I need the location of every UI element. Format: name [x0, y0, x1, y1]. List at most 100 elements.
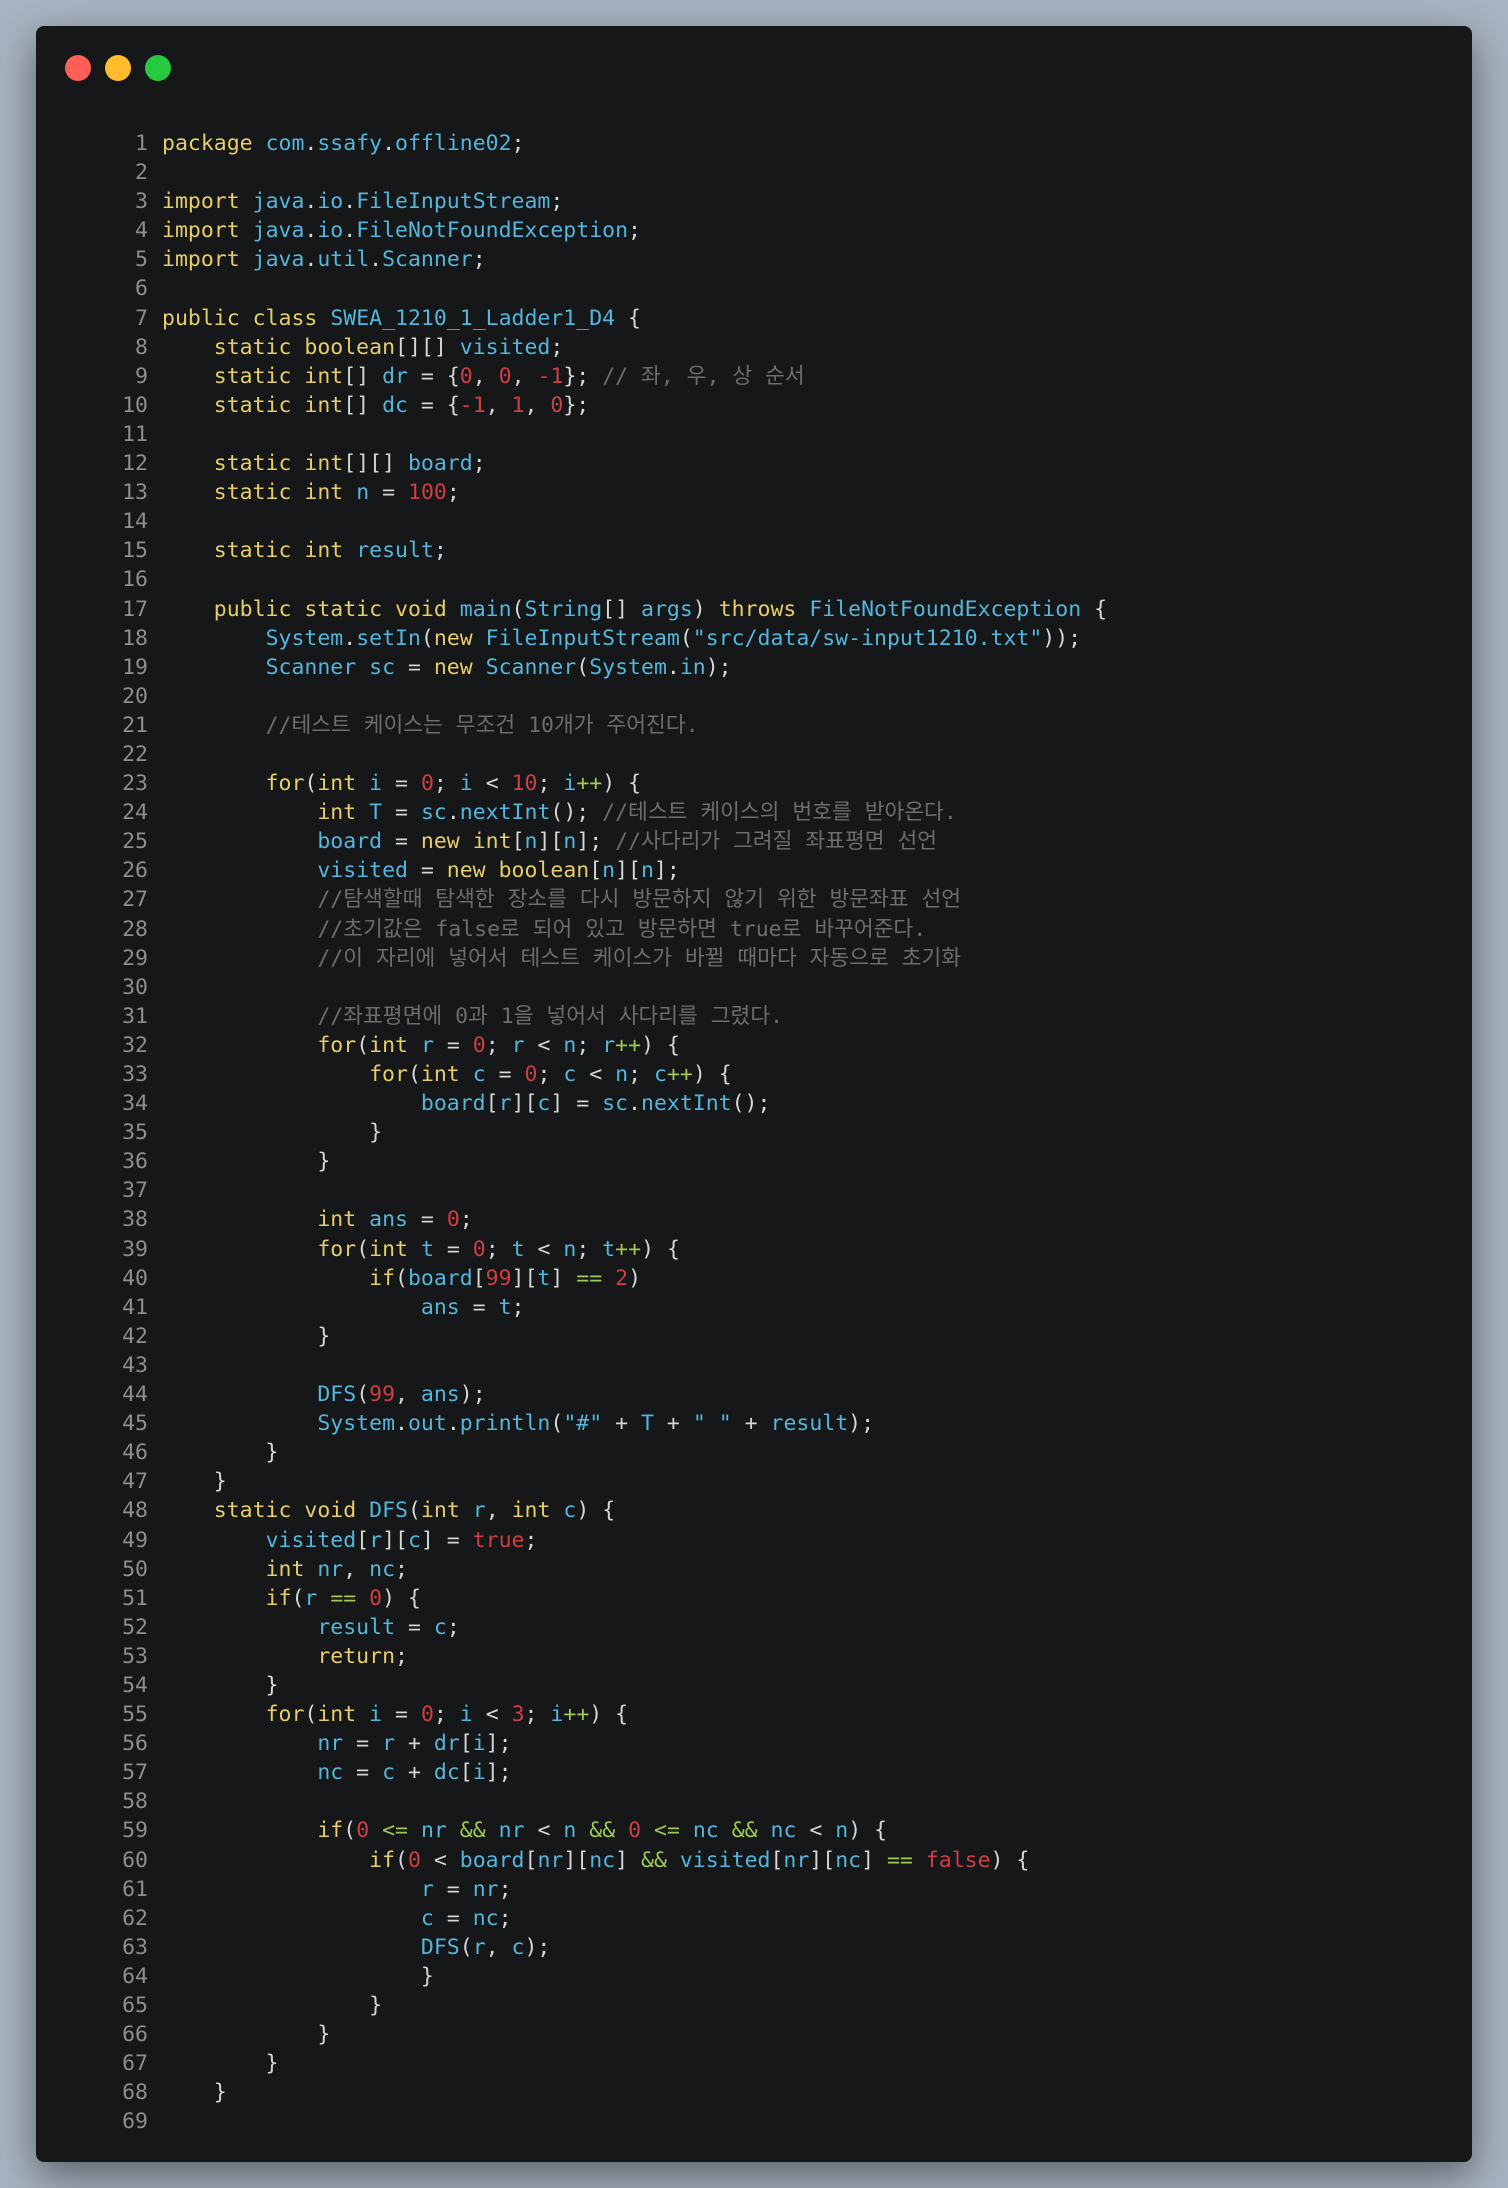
code-token: ++	[615, 1032, 642, 1058]
code-token: ;	[472, 451, 486, 477]
code-token: [	[356, 1527, 370, 1553]
code-token: {	[1081, 596, 1108, 622]
code-token: ;	[537, 1062, 564, 1087]
code-token: &&	[641, 1847, 667, 1873]
code-token: c	[472, 1062, 486, 1087]
code-line: 69	[92, 2107, 1107, 2136]
code-editor[interactable]: 1 package com.ssafy.offline02; 2 3 import ja…	[92, 129, 1107, 2136]
code-line: 64 }	[92, 1962, 1107, 1991]
code-token: ]	[861, 1847, 887, 1873]
line-number: 16	[122, 567, 148, 593]
code-token: int	[317, 800, 357, 826]
code-token: .	[304, 247, 318, 273]
code-token: new	[420, 829, 460, 855]
code-token: visited	[679, 1847, 771, 1873]
line-number: 6	[135, 276, 148, 302]
code-token: class	[252, 305, 318, 331]
code-token: static	[213, 538, 292, 564]
line-number: 10	[122, 392, 148, 418]
code-token: throws	[718, 596, 797, 622]
code-token: 0	[459, 363, 473, 389]
code-token: t	[511, 1236, 525, 1262]
code-token: int	[369, 1236, 408, 1262]
code-token: new	[433, 654, 473, 680]
code-token: =	[382, 771, 421, 797]
code-token: [][]	[395, 334, 460, 360]
code-token: r	[420, 1032, 434, 1058]
line-number: 3	[135, 189, 148, 215]
code-token: c	[563, 1498, 577, 1524]
code-token: FileNotFoundException	[809, 596, 1082, 622]
code-token: ans	[420, 1294, 460, 1320]
line-number: 55	[122, 1702, 148, 1728]
code-token: for	[369, 1062, 408, 1087]
code-line: 13 static int n = 100;	[92, 478, 1107, 507]
code-token: "src/data/sw-input1210.txt"	[692, 625, 1043, 651]
code-token: r	[472, 1498, 486, 1524]
code-token: 0	[420, 1702, 434, 1728]
code-line: 36 }	[92, 1147, 1107, 1176]
code-token: if	[265, 1585, 292, 1611]
line-number: 28	[122, 916, 148, 942]
code-token: +	[602, 1411, 642, 1437]
code-token: ++	[666, 1062, 693, 1087]
code-token: ==	[886, 1847, 913, 1873]
line-number: 15	[122, 538, 148, 564]
code-token: n	[563, 829, 577, 855]
code-token: int	[511, 1498, 551, 1524]
code-token: //탐색할때 탐색한 장소를 다시 방문하지 않기 위한 방문좌표 선언	[317, 887, 962, 913]
code-line: 3 import java.io.FileInputStream;	[92, 187, 1107, 216]
maximize-button[interactable]	[145, 55, 171, 81]
code-token: FileInputStream	[485, 625, 680, 651]
code-token: board	[317, 829, 383, 855]
code-token: board	[420, 1091, 486, 1117]
code-token: ][	[563, 1847, 590, 1873]
code-token: ans	[369, 1207, 408, 1233]
code-token: java	[252, 189, 305, 215]
code-token: ] =	[550, 1091, 603, 1117]
code-token: }	[162, 2051, 279, 2077]
code-token: ][	[382, 1527, 408, 1553]
code-token: nextInt	[641, 1091, 732, 1117]
code-token: Scanner	[265, 654, 357, 680]
code-token: ,	[511, 363, 538, 389]
code-token: nr	[317, 1556, 344, 1582]
code-token: int	[304, 451, 344, 477]
code-token: ][	[511, 1265, 538, 1291]
code-token: =	[369, 480, 408, 506]
code-token: n	[641, 858, 654, 884]
close-button[interactable]	[65, 55, 91, 81]
code-token: setIn	[356, 625, 421, 651]
line-number: 47	[122, 1469, 148, 1495]
line-number: 45	[122, 1411, 148, 1437]
code-token: =	[433, 1876, 473, 1902]
code-token: i	[369, 1702, 383, 1728]
line-number: 56	[122, 1731, 148, 1757]
code-token: (	[407, 1062, 421, 1087]
code-token: i	[563, 771, 577, 797]
minimize-button[interactable]	[105, 55, 131, 81]
line-number: 65	[122, 1993, 148, 2018]
code-token: public	[213, 596, 292, 622]
code-token: )	[692, 596, 719, 622]
code-token: ;	[498, 1905, 512, 1931]
code-token: if	[369, 1847, 395, 1873]
